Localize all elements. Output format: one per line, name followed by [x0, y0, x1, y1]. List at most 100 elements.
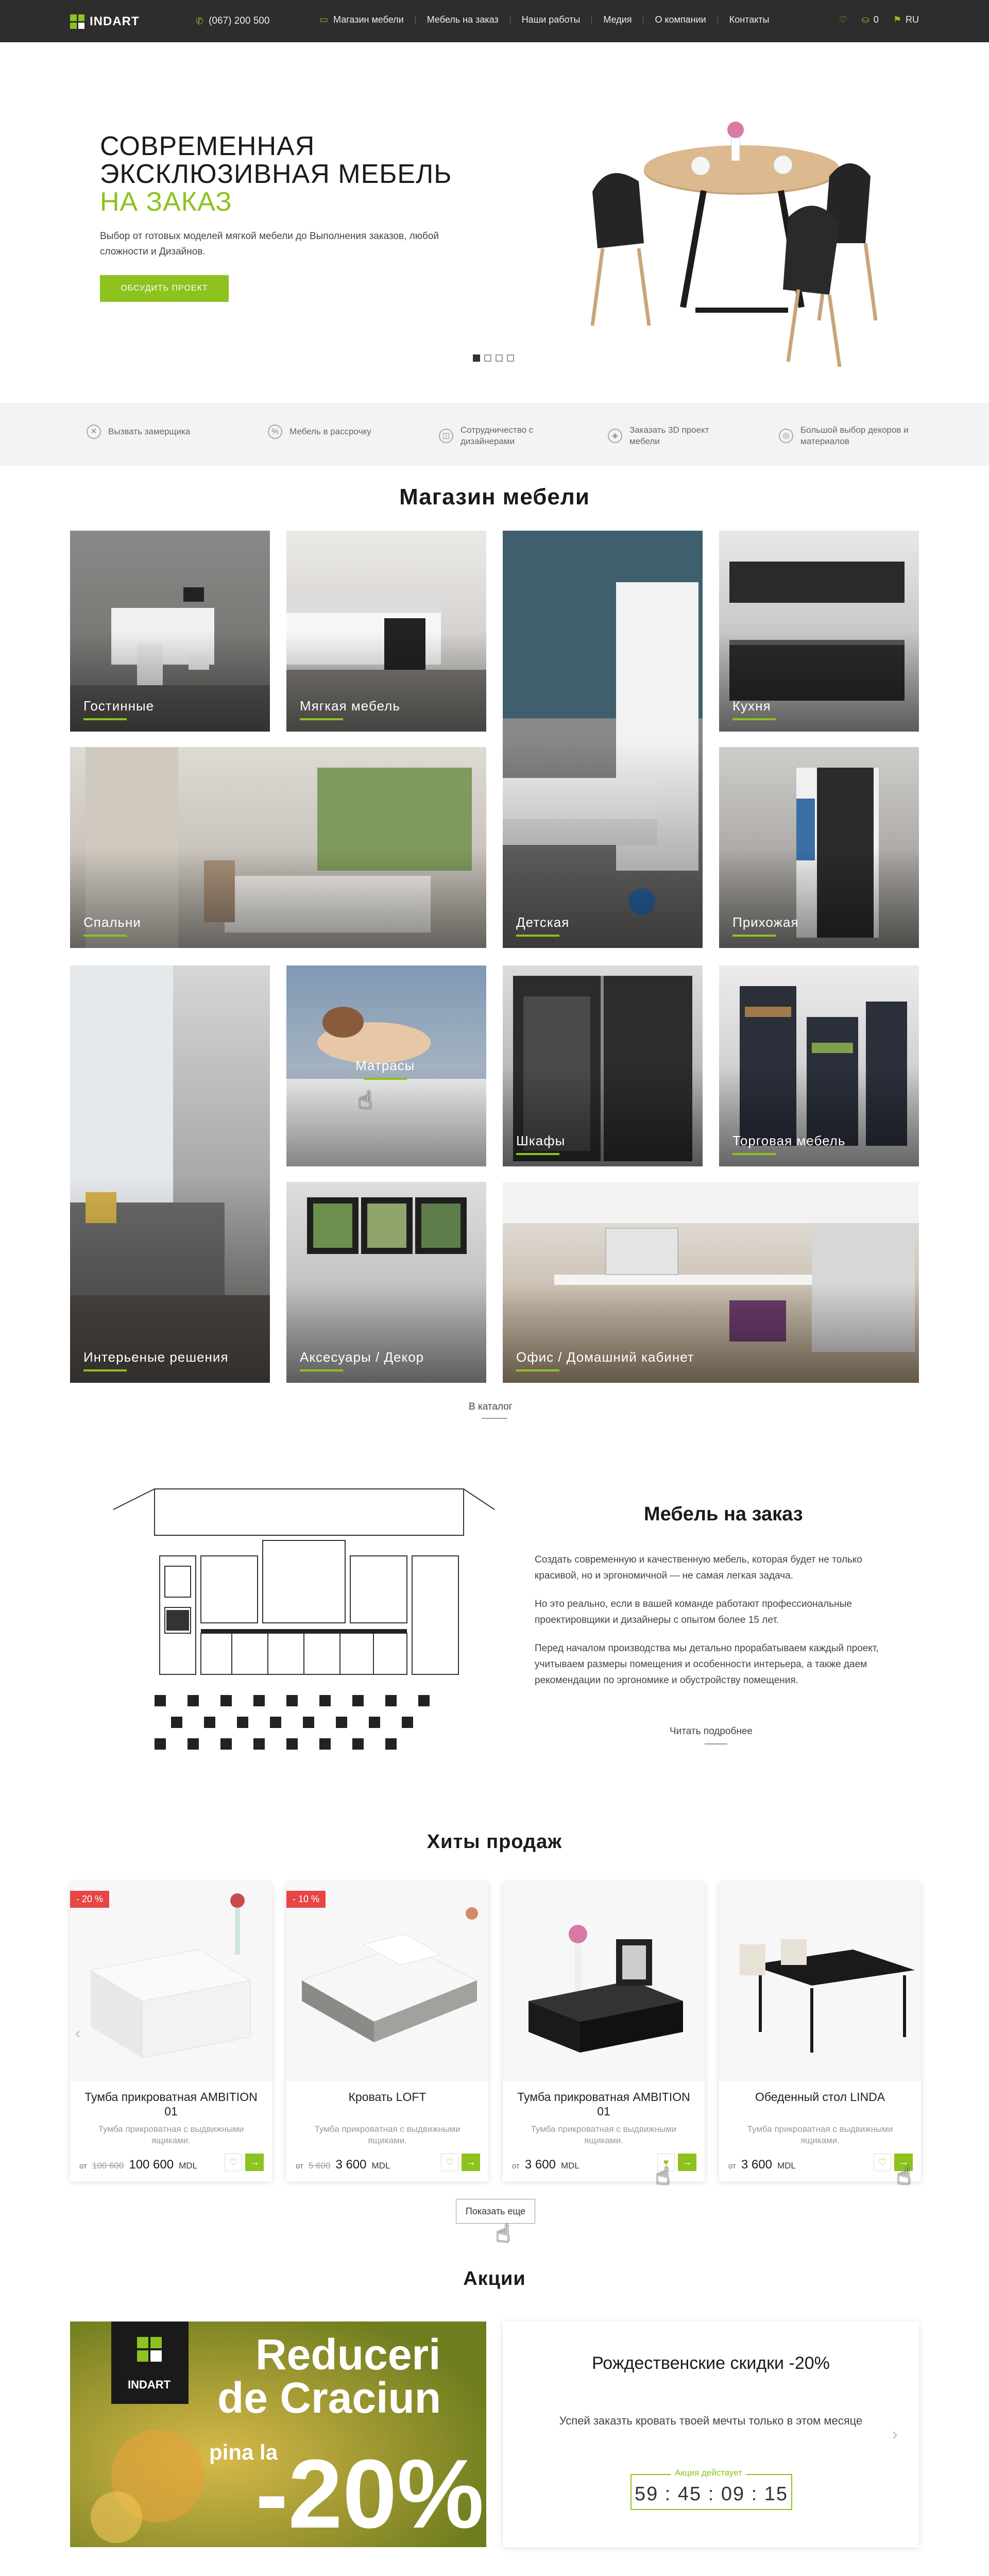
product-card[interactable]: - 20 % Тумба прикроватная AMBITION 01 Ту… [70, 1883, 272, 2181]
tile-underline [83, 718, 127, 720]
flag-icon: ⚑ [893, 14, 901, 25]
category-tile-soft[interactable]: Мягкая мебель [286, 531, 486, 732]
discuss-project-button[interactable]: ОБСУДИТЬ ПРОЕКТ [100, 275, 229, 302]
arrow-right-icon: → [466, 2156, 476, 2168]
wishlist-button[interactable]: ♡ [839, 14, 847, 25]
category-tile-retail[interactable]: Торговая мебель [719, 965, 919, 1166]
slider-dot[interactable] [473, 354, 480, 362]
feature-label: Большой выбор декоров и материалов [800, 425, 909, 446]
nav-media[interactable]: Медия [603, 14, 632, 25]
logo[interactable]: INDART [70, 14, 140, 29]
add-to-cart-button[interactable]: → [678, 2154, 696, 2171]
product-image [719, 1883, 921, 2081]
tile-label: Аксесуары / Декор [300, 1349, 424, 1365]
product-description: Тумба прикроватная с выдвижными ящиками. [531, 2124, 677, 2145]
current-price: 100 600 [129, 2158, 174, 2172]
language-label: RU [906, 14, 919, 25]
banner-logo: INDART [128, 2378, 171, 2391]
old-price: 5 600 [308, 2161, 331, 2171]
category-tile-bedroom[interactable]: Спальни [70, 747, 486, 948]
tile-label: Торговая мебель [732, 1133, 846, 1148]
product-card[interactable]: Обеденный стол LINDA Тумба прикроватная … [719, 1883, 921, 2181]
feature-materials[interactable]: ◎ Большой выбор декоров и материалов [779, 425, 913, 447]
tile-shade [70, 848, 486, 948]
category-tile-office[interactable]: Офис / Домашний кабинет [503, 1182, 919, 1383]
promo-next-arrow[interactable]: › [892, 2425, 898, 2444]
nav-works-label: Наши работы [521, 14, 581, 25]
currency: MDL [179, 2161, 198, 2171]
phone-icon: ✆ [196, 15, 204, 26]
feature-label: Вызвать замерщика [108, 427, 191, 436]
product-card[interactable]: Тумба прикроватная AMBITION 01 Тумба при… [503, 1883, 705, 2181]
nav-contacts[interactable]: Контакты [729, 14, 770, 25]
category-tile-mattress[interactable]: Матрасы [286, 965, 486, 1166]
add-to-wishlist-button[interactable]: ♡ [225, 2154, 242, 2171]
feature-designers[interactable]: ◫ Сотрудничество с дизайнерами [439, 425, 557, 447]
feature-label: Заказать 3D проект мебели [629, 425, 709, 446]
main-nav: ▭ Магазин мебели Мебель на заказ Наши ра… [319, 14, 769, 25]
catalog-link[interactable]: В каталог [469, 1401, 513, 1413]
pointer-cursor-icon: ☝ [896, 2163, 912, 2190]
nightstand-white-image [90, 1893, 251, 2058]
cart-button[interactable]: ⛀ 0 [862, 14, 879, 25]
feature-measurer[interactable]: ✕ Вызвать замерщика [87, 425, 190, 439]
percent-icon: % [268, 425, 282, 439]
category-tile-wardrobe[interactable]: Шкафы [503, 965, 703, 1166]
nav-custom[interactable]: Мебель на заказ [427, 14, 499, 25]
product-card[interactable]: - 10 % Кровать LOFT Тумба прикроватная с… [286, 1883, 488, 2181]
category-tile-decor[interactable]: Аксесуары / Декор [286, 1182, 486, 1383]
promo-section-title: Акции [463, 2268, 526, 2290]
category-tile-living[interactable]: Гостинные [70, 531, 270, 732]
read-more-link[interactable]: Читать подробнее [670, 1726, 753, 1737]
product-image: - 20 % [70, 1883, 272, 2081]
category-tile-hallway[interactable]: Прихожая [719, 747, 919, 948]
language-switch[interactable]: ⚑ RU [893, 14, 919, 25]
palette-icon: ◎ [779, 429, 793, 443]
carousel-prev-arrow[interactable]: ‹ [75, 2025, 80, 2042]
countdown-timer: 59 : 45 : 09 : 15 [634, 2483, 789, 2505]
feature-installment[interactable]: % Мебель в рассрочку [268, 425, 371, 439]
hero-dining-set-image [590, 122, 878, 367]
promo-banner-image[interactable]: INDART Reduceri de Craciun pina la -20% [70, 2321, 486, 2547]
features-strip: ✕ Вызвать замерщика % Мебель в рассрочку… [0, 403, 989, 466]
add-to-cart-button[interactable]: → [462, 2154, 480, 2171]
banner-line1: Reduceri [255, 2330, 441, 2379]
read-more-underline [705, 1743, 727, 1744]
feature-3d-project[interactable]: ◈ Заказать 3D проект мебели [608, 425, 726, 447]
header-phone[interactable]: ✆ (067) 200 500 [196, 15, 269, 27]
header-actions: ♡ ⛀ 0 ⚑ RU [839, 14, 919, 25]
ruler-icon: ✕ [87, 425, 101, 439]
product-name: Обеденный стол LINDA [755, 2090, 885, 2104]
tile-shade [719, 631, 919, 732]
category-tile-kids[interactable]: Детская [503, 531, 703, 948]
category-tile-kitchen[interactable]: Кухня [719, 531, 919, 732]
tile-underline [300, 718, 343, 720]
add-to-cart-button[interactable]: → [245, 2154, 264, 2171]
nightstand-black-image [528, 1925, 683, 2053]
tile-shade [70, 631, 270, 732]
slider-dot[interactable] [507, 354, 514, 362]
tile-shade [286, 631, 486, 732]
catalog-link-underline [482, 1418, 507, 1419]
slider-dot[interactable] [496, 354, 503, 362]
nav-about[interactable]: О компании [655, 14, 706, 25]
countdown-label: Акция действует [671, 2468, 746, 2478]
tile-shade [286, 1282, 486, 1383]
tile-underline [83, 935, 127, 937]
product-image: - 10 % [286, 1883, 488, 2081]
add-to-wishlist-button[interactable]: ♡ [441, 2154, 458, 2171]
heart-icon: ♡ [839, 14, 847, 25]
nav-shop[interactable]: ▭ Магазин мебели [319, 14, 404, 25]
heart-icon: ♡ [229, 2157, 238, 2167]
category-tile-interior[interactable]: Интерьеные решения [70, 965, 270, 1383]
tile-underline [732, 935, 776, 937]
hero-title: СОВРЕМЕННАЯ ЭКСКЛЮЗИВНАЯ МЕБЕЛЬ НА ЗАКАЗ [100, 132, 512, 216]
hero-subtitle: Выбор от готовых моделей мягкой мебели д… [100, 231, 439, 257]
promo-card-title: Рождественские скидки -20% [592, 2353, 830, 2373]
nav-works[interactable]: Наши работы [522, 14, 581, 25]
current-price: 3 600 [741, 2158, 772, 2172]
slider-dot[interactable] [484, 354, 491, 362]
add-to-wishlist-button[interactable]: ♡ [874, 2154, 891, 2171]
handshake-icon: ◫ [439, 429, 453, 443]
product-name: Тумба прикроватная AMBITION 01 [517, 2090, 690, 2118]
